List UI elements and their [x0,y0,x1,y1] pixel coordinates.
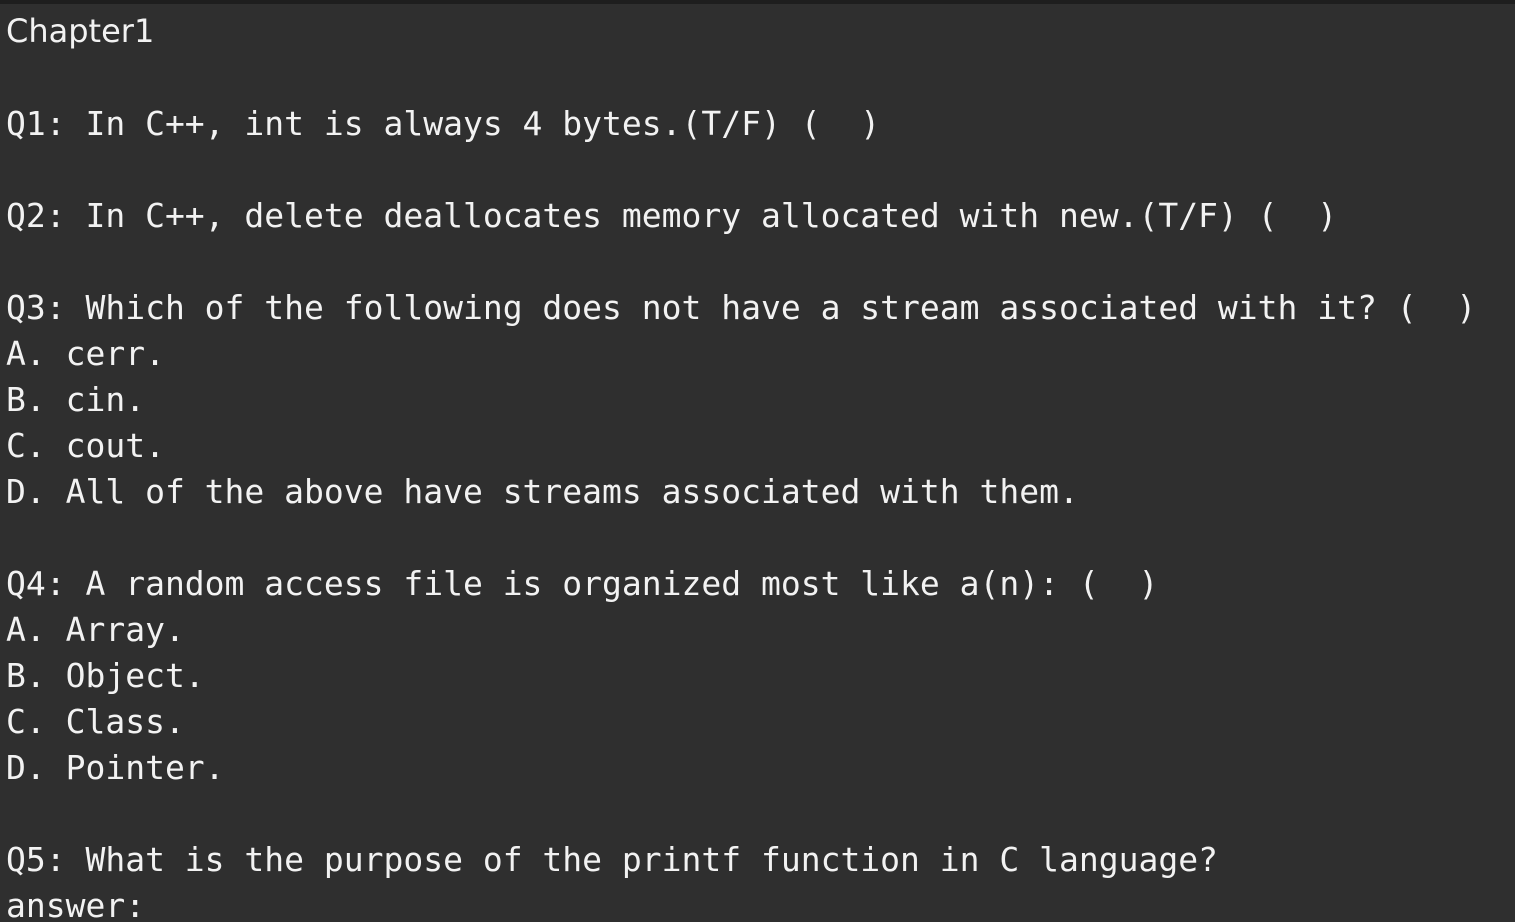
q4-option-c: C. Class. [6,702,185,741]
q3-option-b: B. cin. [6,380,146,419]
question-2: Q2: In C++, delete deallocates memory al… [6,196,1338,235]
answer-label: answer: [6,886,146,922]
text-editor-window: Chapter1 Q1: In C++, int is always 4 byt… [0,0,1515,922]
q3-option-a: A. cerr. [6,334,165,373]
question-3: Q3: Which of the following does not have… [6,288,1477,327]
q3-option-d: D. All of the above have streams associa… [6,472,1079,511]
q4-option-d: D. Pointer. [6,748,225,787]
question-4: Q4: A random access file is organized mo… [6,564,1159,603]
q4-option-b: B. Object. [6,656,205,695]
chapter-heading: Chapter1 [6,12,155,50]
q4-option-a: A. Array. [6,610,185,649]
question-1: Q1: In C++, int is always 4 bytes.(T/F) … [6,104,881,143]
question-5: Q5: What is the purpose of the printf fu… [6,840,1218,879]
document-text-area[interactable]: Chapter1 Q1: In C++, int is always 4 byt… [6,4,1515,922]
q3-option-c: C. cout. [6,426,165,465]
